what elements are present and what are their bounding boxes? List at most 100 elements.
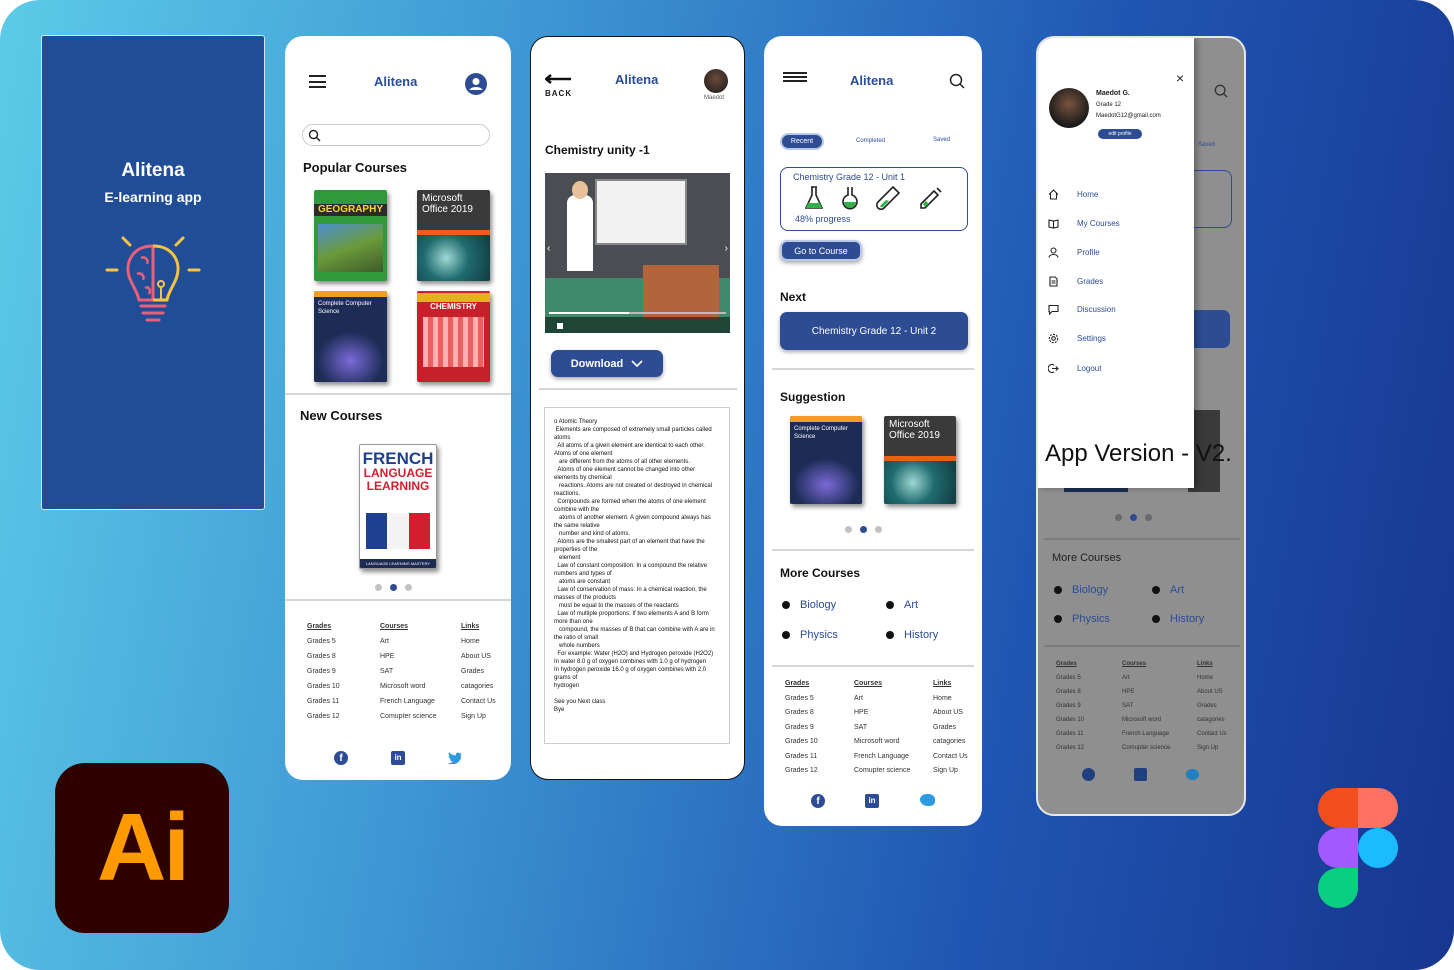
- suggested-book-computer-science[interactable]: Complete Computer Science: [790, 416, 862, 504]
- footer-link[interactable]: Sign Up: [933, 764, 968, 779]
- footer-link[interactable]: HPE: [854, 706, 910, 721]
- more-course-history[interactable]: History: [886, 629, 938, 641]
- document-icon: [1049, 276, 1058, 287]
- avatar[interactable]: [1049, 88, 1089, 128]
- footer-link[interactable]: Grades 12: [785, 764, 818, 779]
- footer-link[interactable]: Grades 11: [785, 750, 818, 765]
- course-title: Chemistry Grade 12 - Unit 1: [793, 172, 906, 182]
- hamburger-menu-icon[interactable]: [783, 72, 807, 82]
- video-progress-bar[interactable]: [549, 312, 726, 314]
- footer-link[interactable]: Grades 10: [307, 679, 340, 694]
- close-icon[interactable]: ×: [1176, 70, 1184, 86]
- avatar[interactable]: [704, 69, 728, 93]
- edit-profile-button[interactable]: edit profile: [1098, 129, 1142, 139]
- carousel-dots[interactable]: [845, 526, 882, 533]
- go-to-course-button[interactable]: Go to Course: [780, 240, 862, 261]
- footer-link[interactable]: Grades 5: [307, 634, 340, 649]
- footer-link[interactable]: Grades: [933, 721, 968, 736]
- hamburger-menu-icon[interactable]: [309, 75, 326, 88]
- menu-item-logout[interactable]: Logout: [1048, 363, 1101, 374]
- course-book-office[interactable]: Microsoft Office 2019: [417, 190, 490, 281]
- footer-link[interactable]: catagories: [461, 679, 496, 694]
- footer-link[interactable]: catagories: [933, 735, 968, 750]
- footer-link[interactable]: Microsoft word: [380, 679, 436, 694]
- footer-link[interactable]: Grades 9: [785, 721, 818, 736]
- footer-link[interactable]: French Language: [380, 694, 436, 709]
- footer-link[interactable]: Grades 12: [307, 709, 340, 724]
- lesson-title: Chemistry unity -1: [545, 143, 650, 157]
- more-course-art[interactable]: Art: [886, 599, 918, 611]
- linkedin-icon[interactable]: in: [865, 794, 879, 808]
- bg-facebook-icon: [1082, 768, 1095, 781]
- more-course-biology[interactable]: Biology: [782, 599, 836, 611]
- twitter-icon[interactable]: [920, 794, 935, 806]
- search-input[interactable]: [302, 124, 490, 146]
- tab-recent[interactable]: Recent: [780, 133, 824, 150]
- more-course-physics[interactable]: Physics: [782, 629, 838, 641]
- footer-link[interactable]: Grades 11: [307, 694, 340, 709]
- footer-link[interactable]: Microsoft word: [854, 735, 910, 750]
- footer-link[interactable]: SAT: [380, 664, 436, 679]
- profile-icon[interactable]: [465, 73, 487, 95]
- footer-link[interactable]: Art: [854, 692, 910, 707]
- twitter-icon[interactable]: [447, 752, 462, 764]
- suggested-book-office[interactable]: Microsoft Office 2019: [884, 416, 956, 504]
- menu-item-discussion[interactable]: Discussion: [1048, 304, 1116, 315]
- linkedin-icon[interactable]: in: [391, 751, 405, 765]
- navigation-drawer: × Maedot G. Grade 12 MaedotG12@gmail.com…: [1038, 38, 1194, 488]
- footer-link[interactable]: About US: [933, 706, 968, 721]
- illustrator-logo: Ai: [55, 763, 229, 933]
- course-book-geography[interactable]: GEOGRAPHY: [314, 190, 387, 281]
- video-player[interactable]: ‹ ›: [545, 173, 730, 333]
- footer-link[interactable]: Sign Up: [461, 709, 496, 724]
- footer-link[interactable]: French Language: [854, 750, 910, 765]
- footer-link: Grades 12: [1056, 745, 1085, 751]
- footer-link[interactable]: Grades 5: [785, 692, 818, 707]
- menu-item-profile[interactable]: Profile: [1048, 247, 1100, 258]
- tab-completed[interactable]: Completed: [856, 138, 885, 144]
- footer-link[interactable]: Art: [380, 634, 436, 649]
- footer-link: Sign Up: [1197, 745, 1219, 751]
- lesson-text: o Atomic Theory Elements are composed of…: [554, 419, 715, 713]
- divider: [285, 599, 511, 601]
- chevron-right-icon[interactable]: ›: [725, 243, 728, 254]
- footer-link[interactable]: Grades 8: [307, 649, 340, 664]
- course-book-chemistry[interactable]: CHEMISTRY: [417, 291, 490, 382]
- footer-link[interactable]: Grades: [461, 664, 496, 679]
- back-button[interactable]: BACK: [543, 71, 573, 98]
- menu-item-my-courses[interactable]: My Courses: [1048, 218, 1120, 229]
- footer-link[interactable]: Comupter science: [380, 709, 436, 724]
- bg-course-card: [1188, 170, 1232, 228]
- menu-item-grades[interactable]: Grades: [1048, 276, 1103, 287]
- download-button[interactable]: Download: [551, 350, 663, 377]
- next-course-button[interactable]: Chemistry Grade 12 - Unit 2: [780, 312, 968, 350]
- play-icon[interactable]: [557, 323, 563, 329]
- footer-link[interactable]: Grades 9: [307, 664, 340, 679]
- footer-link[interactable]: SAT: [854, 721, 910, 736]
- footer-link[interactable]: Home: [461, 634, 496, 649]
- tab-saved[interactable]: Saved: [933, 137, 950, 143]
- course-book-french[interactable]: FRENCH LANGUAGE LEARNING LANGUAGE LEARNI…: [359, 444, 437, 569]
- facebook-icon[interactable]: f: [811, 794, 825, 808]
- facebook-icon[interactable]: f: [334, 751, 348, 765]
- carousel-dots[interactable]: [375, 584, 412, 591]
- footer-link[interactable]: Grades 10: [785, 735, 818, 750]
- divider: [772, 549, 974, 551]
- bg-footer-courses: Courses Art HPE SAT Microsoft word French La…: [1122, 657, 1170, 755]
- footer-link[interactable]: Home: [933, 692, 968, 707]
- footer-link[interactable]: About US: [461, 649, 496, 664]
- footer-link[interactable]: Comupter science: [854, 764, 910, 779]
- footer-link[interactable]: HPE: [380, 649, 436, 664]
- footer-link: Grades: [1197, 703, 1217, 709]
- menu-item-home[interactable]: Home: [1048, 189, 1098, 200]
- recent-course-card[interactable]: Chemistry Grade 12 - Unit 1 48% progress: [780, 167, 968, 231]
- search-icon[interactable]: [949, 73, 965, 89]
- footer-link[interactable]: Contact Us: [933, 750, 968, 765]
- back-label: BACK: [545, 89, 573, 98]
- course-book-computer-science[interactable]: Complete Computer Science: [314, 291, 387, 382]
- menu-item-settings[interactable]: Settings: [1048, 333, 1106, 344]
- footer-link[interactable]: Grades 8: [785, 706, 818, 721]
- chevron-left-icon[interactable]: ‹: [547, 243, 550, 254]
- next-title: Next: [780, 290, 807, 304]
- footer-link[interactable]: Contact Us: [461, 694, 496, 709]
